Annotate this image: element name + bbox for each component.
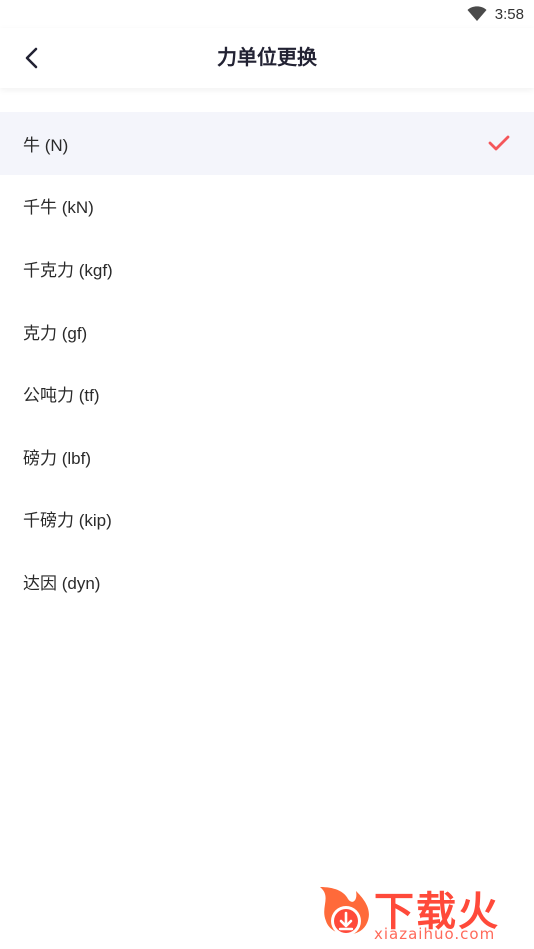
- unit-label: 千克力 (kgf): [23, 260, 113, 280]
- back-button[interactable]: [12, 38, 52, 78]
- unit-list: 牛 (N) 千牛 (kN) 千克力 (kgf) 克力 (gf) 公吨力 (tf)…: [0, 112, 534, 613]
- wifi-icon: [467, 6, 487, 21]
- status-time: 3:58: [494, 5, 524, 23]
- unit-label: 磅力 (lbf): [23, 448, 91, 468]
- unit-item-pound-force[interactable]: 磅力 (lbf): [0, 425, 534, 488]
- unit-item-gram-force[interactable]: 克力 (gf): [0, 300, 534, 363]
- watermark: 下载火 xiazaihuo.com: [312, 879, 528, 945]
- back-arrow-icon: [25, 47, 38, 69]
- unit-item-dyne[interactable]: 达因 (dyn): [0, 550, 534, 613]
- unit-label: 千牛 (kN): [23, 198, 94, 218]
- status-indicators: 3:58: [467, 4, 524, 24]
- unit-item-kip[interactable]: 千磅力 (kip): [0, 488, 534, 551]
- watermark-url: xiazaihuo.com: [374, 925, 496, 943]
- unit-label: 克力 (gf): [23, 323, 88, 343]
- checkmark-icon: [488, 134, 510, 152]
- status-bar: 3:58: [0, 0, 534, 28]
- unit-label: 牛 (N): [23, 135, 69, 155]
- flame-logo-icon: [312, 881, 374, 943]
- unit-item-tonne-force[interactable]: 公吨力 (tf): [0, 362, 534, 425]
- unit-label: 达因 (dyn): [23, 573, 101, 593]
- unit-item-kilogram-force[interactable]: 千克力 (kgf): [0, 237, 534, 300]
- unit-item-newton[interactable]: 牛 (N): [0, 112, 534, 175]
- unit-label: 公吨力 (tf): [23, 386, 100, 406]
- unit-label: 千磅力 (kip): [23, 511, 112, 531]
- app-bar: 力单位更换: [0, 28, 534, 88]
- unit-item-kilonewton[interactable]: 千牛 (kN): [0, 175, 534, 238]
- page-title: 力单位更换: [217, 47, 317, 69]
